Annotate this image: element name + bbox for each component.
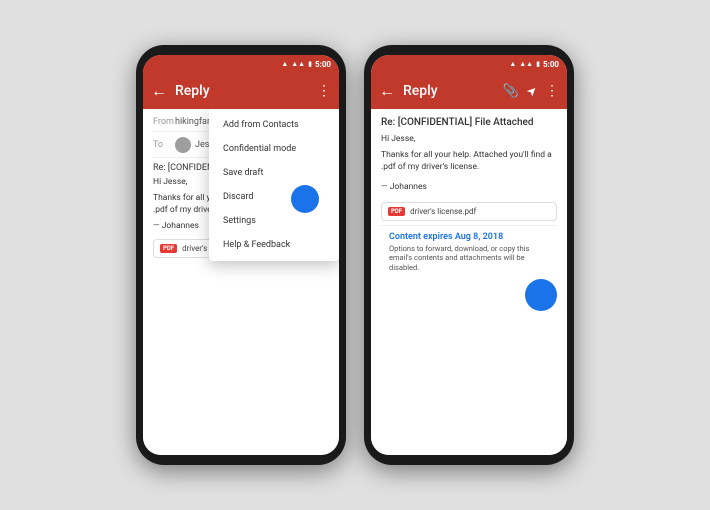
battery-icon: ▮ xyxy=(308,60,312,68)
time-display: 5:00 xyxy=(315,60,331,69)
confidential-banner: Content expires Aug 8, 2018 Options to f… xyxy=(381,225,557,279)
email-compose-area-1: From hikingfan@gma... To Jesse Slit... R… xyxy=(143,109,339,455)
action-icons: 📎 ➤ ⋮ xyxy=(503,83,559,99)
greeting-2: Hi Jesse, xyxy=(381,134,557,146)
back-button-2[interactable]: ← xyxy=(379,81,395,101)
confidential-title: Content expires Aug 8, 2018 xyxy=(389,232,549,242)
attachment-name-2: driver's license.pdf xyxy=(410,207,476,216)
more-options-2[interactable]: ⋮ xyxy=(545,83,559,99)
pdf-badge-2: PDF xyxy=(388,207,405,216)
wifi-icon: ▲ xyxy=(281,60,288,68)
status-icons-2: ▲ ▲▲ ▮ 5:00 xyxy=(509,60,559,69)
signal-icon: ▲▲ xyxy=(291,60,305,68)
status-bar-2: ▲ ▲▲ ▮ 5:00 xyxy=(371,55,567,73)
menu-add-contacts[interactable]: Add from Contacts xyxy=(209,113,339,137)
app-title-1: Reply xyxy=(175,83,317,99)
phone-1-screen: ▲ ▲▲ ▮ 5:00 ← Reply ⋮ From hikingfan@gma… xyxy=(143,55,339,455)
attach-icon[interactable]: 📎 xyxy=(503,84,519,99)
dropdown-menu: Add from Contacts Confidential mode Save… xyxy=(209,109,339,261)
email-compose-area-2: Re: [CONFIDENTIAL] File Attached Hi Jess… xyxy=(371,109,567,455)
fab-button[interactable] xyxy=(525,279,557,311)
pdf-badge-1: PDF xyxy=(160,244,177,253)
menu-confidential-mode[interactable]: Confidential mode xyxy=(209,137,339,161)
recipient-avatar xyxy=(175,137,191,153)
to-label: To xyxy=(153,140,175,150)
menu-help-feedback[interactable]: Help & Feedback xyxy=(209,233,339,257)
back-button-1[interactable]: ← xyxy=(151,81,167,101)
app-bar-2: ← Reply 📎 ➤ ⋮ xyxy=(371,73,567,109)
phones-container: ▲ ▲▲ ▮ 5:00 ← Reply ⋮ From hikingfan@gma… xyxy=(136,45,574,465)
menu-item-label: Confidential mode xyxy=(223,144,296,154)
from-label: From xyxy=(153,117,175,127)
confidential-highlight xyxy=(291,185,319,213)
phone-2: ▲ ▲▲ ▮ 5:00 ← Reply 📎 ➤ ⋮ Re: [CONFIDENT… xyxy=(364,45,574,465)
battery-icon-2: ▮ xyxy=(536,60,540,68)
email-body-2: Hi Jesse, Thanks for all your help. Atta… xyxy=(381,134,557,194)
menu-discard[interactable]: Discard xyxy=(209,185,339,209)
app-bar-1: ← Reply ⋮ xyxy=(143,73,339,109)
confidential-text: Options to forward, download, or copy th… xyxy=(389,244,549,273)
status-bar-1: ▲ ▲▲ ▮ 5:00 xyxy=(143,55,339,73)
menu-save-draft[interactable]: Save draft xyxy=(209,161,339,185)
app-title-2: Reply xyxy=(403,83,503,99)
more-options-1[interactable]: ⋮ xyxy=(317,83,331,99)
signal-icon-2: ▲▲ xyxy=(519,60,533,68)
status-icons-1: ▲ ▲▲ ▮ 5:00 xyxy=(281,60,331,69)
attachment-2: PDF driver's license.pdf xyxy=(381,202,557,221)
email-subject-2: Re: [CONFIDENTIAL] File Attached xyxy=(381,117,557,128)
time-display-2: 5:00 xyxy=(543,60,559,69)
menu-settings[interactable]: Settings xyxy=(209,209,339,233)
body-text-2: Thanks for all your help. Attached you'l… xyxy=(381,150,557,174)
wifi-icon-2: ▲ xyxy=(509,60,516,68)
signature-2: — Johannes xyxy=(381,182,557,194)
phone-2-screen: ▲ ▲▲ ▮ 5:00 ← Reply 📎 ➤ ⋮ Re: [CONFIDENT… xyxy=(371,55,567,455)
phone-1: ▲ ▲▲ ▮ 5:00 ← Reply ⋮ From hikingfan@gma… xyxy=(136,45,346,465)
send-icon[interactable]: ➤ xyxy=(523,82,540,99)
